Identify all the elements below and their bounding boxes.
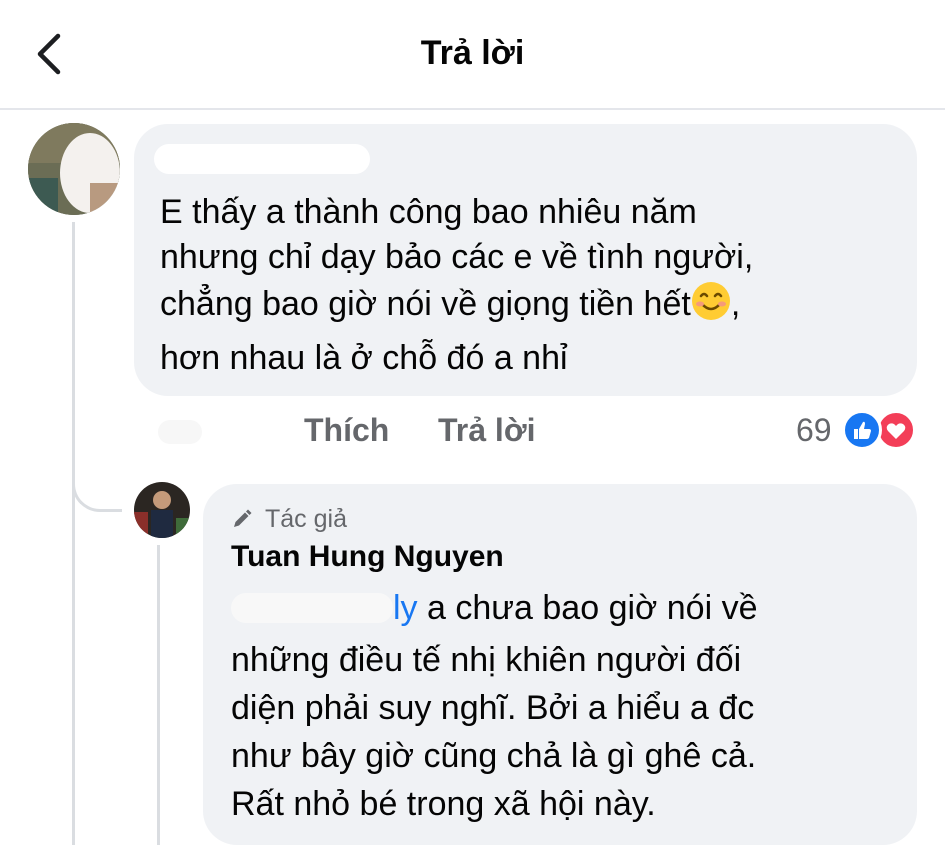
reply-thread-line	[157, 545, 160, 845]
comment-line-4: hơn nhau là ở chỗ đó a nhỉ	[160, 339, 568, 377]
like-button[interactable]: Thích	[304, 412, 389, 449]
header-bar: Trả lời	[0, 0, 945, 110]
reply-line-3: diện phải suy nghĩ. Bởi a hiểu a đc	[231, 689, 755, 727]
mention-link[interactable]: ly	[393, 589, 418, 627]
author-photo-icon	[134, 482, 190, 538]
reply-line-4: như bây giờ cũng chả là gì ghê cả.	[231, 737, 757, 775]
love-icon	[876, 410, 916, 450]
author-badge: Tác giả	[265, 505, 347, 533]
comment-line-1: E thấy a thành công bao nhiêu năm	[160, 193, 697, 231]
like-icon	[842, 410, 882, 450]
reply-line-1: ly a chưa bao giờ nói về	[231, 586, 758, 631]
avatar-photo-icon	[28, 123, 120, 215]
commenter-avatar[interactable]	[28, 123, 120, 215]
comment-line-3-suffix: ,	[730, 285, 741, 323]
reaction-count[interactable]: 69	[796, 412, 832, 449]
commenter-name-redacted	[154, 144, 370, 174]
comment-line-3: chẳng bao giờ nói về giọng tiền hết,	[160, 281, 740, 327]
comment-line-2: nhưng chỉ dạy bảo các e về tình người,	[160, 238, 754, 276]
smiling-face-emoji-icon	[691, 282, 730, 320]
reply-line-5: Rất nhỏ bé trong xã hội này.	[231, 785, 656, 823]
reply-line-2: những điều tế nhị khiên người đối	[231, 641, 742, 679]
comment-line-3-text: chẳng bao giờ nói về giọng tiền hết	[160, 285, 691, 323]
author-name[interactable]: Tuan Hung Nguyen	[231, 540, 504, 574]
mention-redacted	[231, 593, 393, 623]
pencil-icon	[234, 509, 252, 527]
reply-button[interactable]: Trả lời	[438, 412, 535, 449]
page-title: Trả lời	[420, 34, 525, 72]
thread-line	[72, 222, 75, 845]
author-avatar[interactable]	[134, 482, 190, 538]
reply-line-1-text: a chưa bao giờ nói về	[417, 589, 758, 627]
